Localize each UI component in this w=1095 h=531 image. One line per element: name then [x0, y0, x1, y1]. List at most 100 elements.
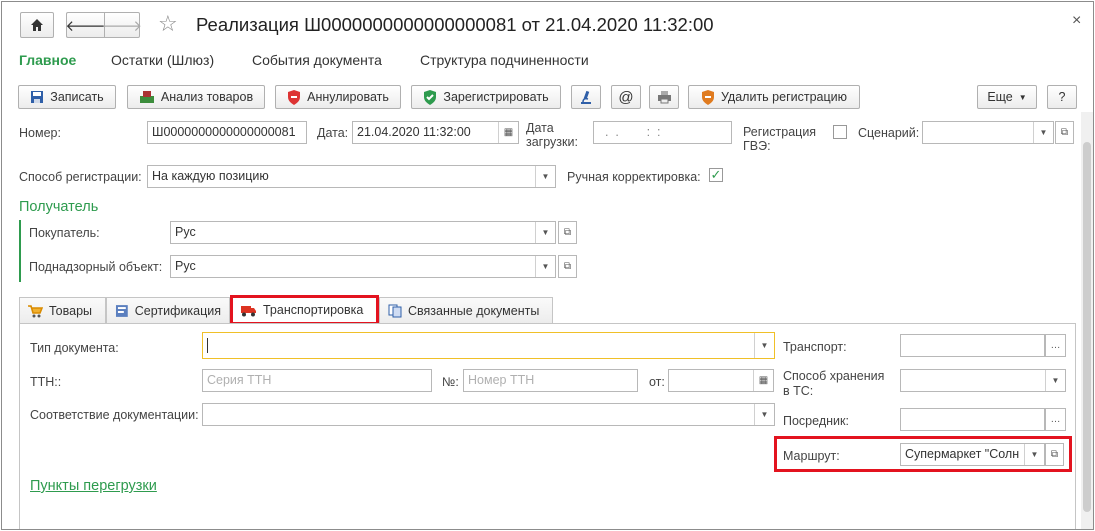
shield-check-icon: [424, 89, 437, 105]
register-label: Зарегистрировать: [443, 90, 549, 104]
chevron-down-icon[interactable]: ▼: [754, 404, 774, 425]
load-date-field[interactable]: . . : :: [593, 121, 732, 144]
object-field[interactable]: Рус ▼: [170, 255, 556, 278]
scenario-open-button[interactable]: ⧉: [1055, 121, 1074, 144]
vehicle-field[interactable]: [900, 334, 1045, 357]
tab-structure[interactable]: Структура подчиненности: [420, 52, 589, 68]
tab-certification[interactable]: Сертификация: [106, 297, 230, 324]
chevron-down-icon[interactable]: ▼: [1045, 370, 1065, 391]
doc-type-select[interactable]: ▼: [202, 332, 775, 359]
at-icon: @: [618, 88, 634, 106]
favorite-star-icon[interactable]: ☆: [158, 11, 178, 37]
tab-certification-label: Сертификация: [134, 304, 221, 318]
ttn-date-field[interactable]: . . ▦: [668, 369, 774, 392]
storage-label: Способ хранения в ТС:: [783, 369, 884, 399]
tab-related-docs[interactable]: Связанные документы: [379, 297, 553, 324]
date-label: Дата:: [317, 126, 349, 140]
chevron-down-icon[interactable]: ▼: [535, 166, 555, 187]
tab-transport[interactable]: Транспортировка: [230, 295, 379, 325]
chevron-down-icon: ▼: [1018, 92, 1027, 102]
save-label: Записать: [50, 90, 104, 104]
storage-label-line1: Способ хранения: [783, 369, 885, 383]
print-button[interactable]: [649, 85, 679, 109]
help-icon: ?: [1058, 90, 1066, 104]
load-date-label-line2: загрузки:: [526, 135, 578, 149]
annul-button[interactable]: Аннулировать: [275, 85, 401, 109]
route-select[interactable]: Супермаркет "Солн ▼: [900, 443, 1045, 466]
broker-field[interactable]: [900, 408, 1045, 431]
vertical-scrollbar[interactable]: [1081, 112, 1093, 529]
chevron-down-icon[interactable]: ▼: [535, 222, 555, 243]
scenario-label: Сценарий:: [858, 126, 920, 140]
reload-points-link[interactable]: Пункты перегрузки: [30, 478, 157, 494]
register-button[interactable]: Зарегистрировать: [411, 85, 561, 109]
tab-related-docs-label: Связанные документы: [408, 304, 540, 318]
document-window: 🡐 🡒 ☆ Реализация Ш0000000000000000081 от…: [1, 1, 1094, 530]
email-button[interactable]: @: [611, 85, 641, 109]
manual-correction-checkbox[interactable]: ✓: [709, 168, 723, 182]
more-label: Еще: [987, 90, 1013, 104]
tab-remains[interactable]: Остатки (Шлюз): [111, 52, 214, 68]
chevron-down-icon[interactable]: ▼: [1033, 122, 1053, 143]
object-value: Рус: [175, 259, 196, 273]
help-button[interactable]: ?: [1047, 85, 1077, 109]
gve-checkbox[interactable]: [833, 125, 847, 139]
cart-icon: [28, 304, 43, 317]
back-button[interactable]: 🡐: [65, 12, 106, 38]
save-button[interactable]: Записать: [18, 85, 116, 109]
delete-registration-button[interactable]: Удалить регистрацию: [688, 85, 860, 109]
chevron-down-icon[interactable]: ▼: [1024, 444, 1044, 465]
number-field[interactable]: Ш0000000000000000081: [147, 121, 307, 144]
object-open-button[interactable]: ⧉: [558, 255, 577, 278]
manual-correction-label: Ручная корректировка:: [567, 170, 701, 184]
vehicle-label: Транспорт:: [783, 340, 847, 354]
forward-button[interactable]: 🡒: [101, 12, 143, 38]
buyer-open-button[interactable]: ⧉: [558, 221, 577, 244]
buyer-field[interactable]: Рус ▼: [170, 221, 556, 244]
recipient-section-bar: [19, 220, 21, 282]
floppy-icon: [31, 91, 44, 103]
vehicle-select-button[interactable]: …: [1045, 334, 1066, 357]
scenario-select[interactable]: ▼: [922, 121, 1054, 144]
load-date-label: Дата загрузки:: [526, 121, 578, 149]
date-value: 21.04.2020 11:32:00: [357, 125, 471, 139]
load-date-label-line1: Дата: [526, 121, 554, 135]
microscope-button[interactable]: [571, 85, 601, 109]
gve-label-line1: Регистрация: [743, 125, 817, 139]
conformity-label: Соответствие документации:: [30, 408, 199, 422]
tab-goods[interactable]: Товары: [19, 297, 106, 324]
close-icon[interactable]: ×: [1072, 12, 1081, 30]
scrollbar-thumb[interactable]: [1083, 142, 1091, 512]
delete-registration-label: Удалить регистрацию: [720, 90, 848, 104]
storage-select[interactable]: ▼: [900, 369, 1066, 392]
calendar-icon[interactable]: ▦: [498, 122, 518, 143]
ttn-series-input[interactable]: Серия ТТН: [202, 369, 432, 392]
reg-method-label: Способ регистрации:: [19, 170, 142, 184]
tab-events[interactable]: События документа: [252, 52, 382, 68]
home-icon: [31, 19, 43, 31]
broker-label: Посредник:: [783, 414, 849, 428]
tab-main[interactable]: Главное: [19, 52, 76, 68]
arrow-right-icon: 🡒: [101, 17, 143, 35]
tab-transport-label: Транспортировка: [263, 303, 364, 317]
home-button[interactable]: [20, 12, 54, 38]
ttn-number-input[interactable]: Номер ТТН: [463, 369, 638, 392]
ttn-number-label: №:: [442, 375, 459, 389]
doc-type-label: Тип документа:: [30, 341, 119, 355]
ttn-number-placeholder: Номер ТТН: [468, 373, 535, 387]
object-label: Поднадзорный объект:: [29, 260, 163, 274]
route-open-button[interactable]: ⧉: [1045, 443, 1064, 466]
date-field[interactable]: 21.04.2020 11:32:00 ▦: [352, 121, 519, 144]
reg-method-select[interactable]: На каждую позицию ▼: [147, 165, 556, 188]
calendar-icon[interactable]: ▦: [753, 370, 773, 391]
shield-cancel-icon: [288, 89, 301, 105]
route-value: Супермаркет "Солн: [905, 447, 1020, 461]
chevron-down-icon[interactable]: ▼: [535, 256, 555, 277]
more-button[interactable]: Еще ▼: [977, 85, 1037, 109]
analyze-goods-button[interactable]: Анализ товаров: [127, 85, 265, 109]
linked-docs-icon: [388, 304, 402, 318]
chevron-down-icon[interactable]: ▼: [754, 333, 774, 358]
truck-icon: [241, 305, 256, 316]
conformity-select[interactable]: ▼: [202, 403, 775, 426]
broker-select-button[interactable]: …: [1045, 408, 1066, 431]
